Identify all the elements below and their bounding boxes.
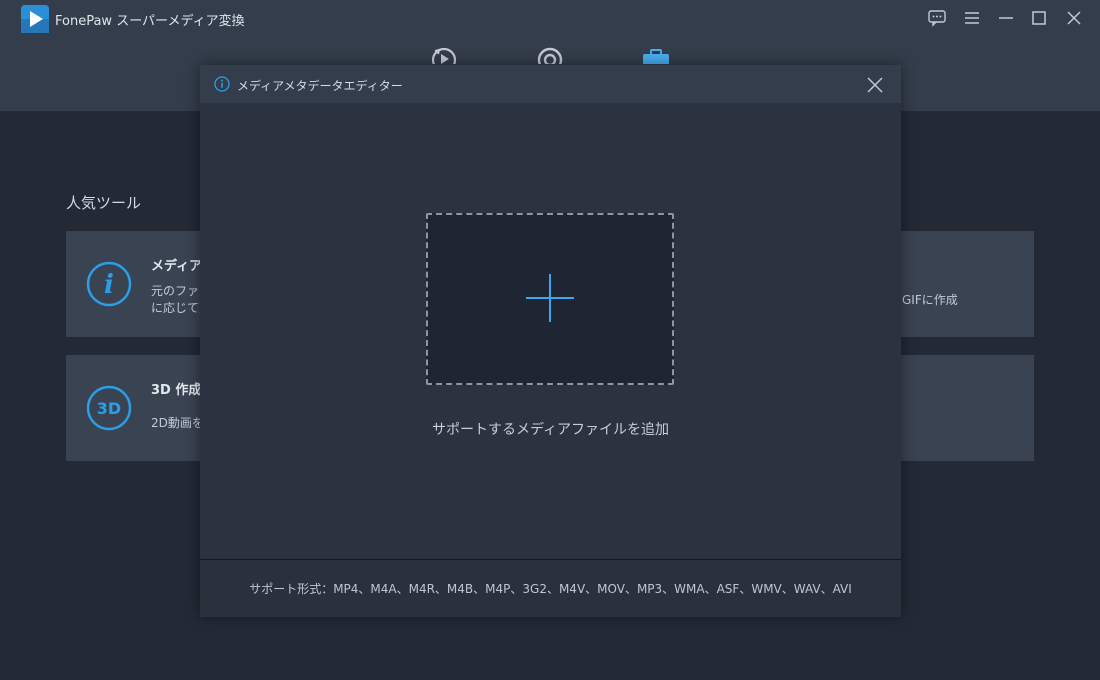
- add-media-drop-zone[interactable]: [426, 213, 674, 385]
- feedback-icon[interactable]: [927, 8, 947, 28]
- close-icon: [867, 77, 883, 93]
- app-logo-icon: [21, 5, 49, 33]
- metadata-editor-dialog: メディアメタデータエディター サポートするメディアファイルを追加 サポート形式：…: [200, 65, 901, 617]
- maximize-icon[interactable]: [1029, 8, 1049, 28]
- menu-icon[interactable]: [962, 8, 982, 28]
- info-icon: i: [86, 261, 132, 307]
- converter-icon[interactable]: [427, 44, 461, 64]
- dialog-header: メディアメタデータエディター: [200, 65, 901, 103]
- tool-card-gif-description: GIFに作成: [902, 293, 958, 307]
- app-title: FonePaw スーパーメディア変換: [55, 14, 245, 29]
- 3d-icon: 3D: [86, 385, 132, 431]
- svg-text:3D: 3D: [97, 399, 121, 418]
- dialog-close-button[interactable]: [865, 75, 885, 95]
- add-media-label: サポートするメディアファイルを追加: [431, 422, 670, 438]
- dialog-footer: サポート形式：MP4、M4A、M4R、M4B、M4P、3G2、M4V、MOV、M…: [200, 559, 901, 617]
- supported-formats: サポート形式：MP4、M4A、M4R、M4B、M4P、3G2、M4V、MOV、M…: [249, 582, 852, 596]
- svg-text:i: i: [104, 270, 114, 300]
- tool-card-description: 2D動画を: [151, 416, 204, 430]
- section-title-popular-tools: 人気ツール: [66, 194, 142, 212]
- plus-icon[interactable]: [524, 272, 576, 324]
- minimize-icon[interactable]: [996, 8, 1016, 28]
- toolbox-icon[interactable]: [639, 44, 673, 64]
- info-icon: [214, 76, 230, 92]
- tool-card-title: 3D 作成: [151, 383, 202, 398]
- toolbox-record-icon[interactable]: [533, 44, 567, 64]
- dialog-title: メディアメタデータエディター: [237, 79, 403, 93]
- close-icon[interactable]: [1064, 8, 1084, 28]
